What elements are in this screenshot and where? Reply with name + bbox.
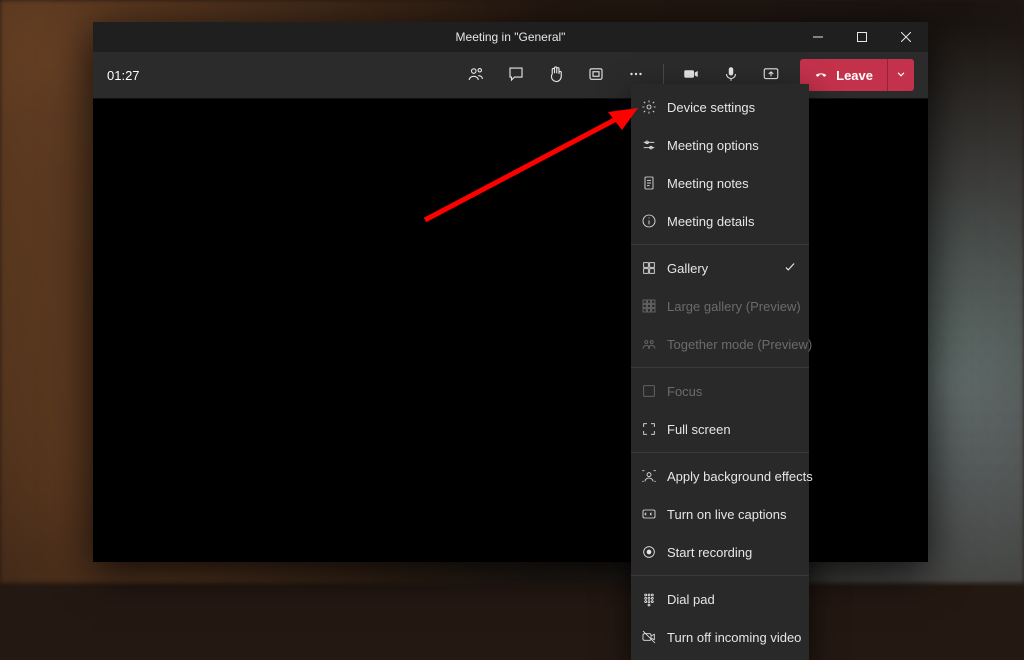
camera-icon [682,65,700,86]
together-icon [641,336,657,352]
menu-label: Start recording [667,545,752,560]
minimize-button[interactable] [796,22,840,52]
menu-meeting-details[interactable]: Meeting details [631,202,809,240]
menu-live-captions[interactable]: Turn on live captions [631,495,809,533]
focus-icon [641,383,657,399]
window-controls [796,22,928,52]
menu-label: Focus [667,384,702,399]
gallery-icon [641,260,657,276]
notes-icon [641,175,657,191]
ellipsis-icon [627,65,645,86]
meeting-timer: 01:27 [107,68,140,83]
menu-dial-pad[interactable]: Dial pad [631,580,809,618]
raise-hand-button[interactable] [539,58,573,92]
captions-icon [641,506,657,522]
menu-label: Gallery [667,261,708,276]
dialpad-icon [641,591,657,607]
people-icon [467,65,485,86]
teams-meeting-window: Meeting in "General" 01:27 [93,22,928,562]
menu-apply-background-effects[interactable]: Apply background effects [631,457,809,495]
leave-button-group: Leave [800,59,914,91]
menu-label: Apply background effects [667,469,813,484]
menu-device-settings[interactable]: Device settings [631,88,809,126]
gear-icon [641,99,657,115]
menu-turn-off-incoming-video[interactable]: Turn off incoming video [631,618,809,656]
sliders-icon [641,137,657,153]
menu-separator [631,244,809,245]
window-titlebar: Meeting in "General" [93,22,928,52]
more-actions-menu: Device settings Meeting options Meeting … [631,84,809,660]
menu-label: Meeting details [667,214,754,229]
rooms-button[interactable] [579,58,613,92]
fullscreen-icon [641,421,657,437]
rooms-icon [587,65,605,86]
menu-label: Meeting options [667,138,759,153]
share-icon [762,65,780,86]
chat-button[interactable] [499,58,533,92]
hand-icon [547,65,565,86]
menu-label: Large gallery (Preview) [667,299,801,314]
leave-button[interactable]: Leave [800,59,887,91]
menu-label: Meeting notes [667,176,749,191]
participants-button[interactable] [459,58,493,92]
menu-label: Turn on live captions [667,507,786,522]
chat-icon [507,65,525,86]
mic-icon [722,65,740,86]
menu-label: Dial pad [667,592,715,607]
menu-separator [631,575,809,576]
menu-large-gallery: Large gallery (Preview) [631,287,809,325]
toolbar-separator [663,64,664,86]
maximize-button[interactable] [840,22,884,52]
menu-label: Together mode (Preview) [667,337,812,352]
menu-meeting-options[interactable]: Meeting options [631,126,809,164]
menu-start-recording[interactable]: Start recording [631,533,809,571]
menu-label: Device settings [667,100,755,115]
menu-full-screen[interactable]: Full screen [631,410,809,448]
menu-label: Turn off incoming video [667,630,801,645]
close-button[interactable] [884,22,928,52]
hangup-icon [814,67,828,84]
chevron-down-icon [894,67,908,84]
info-icon [641,213,657,229]
check-icon [783,260,797,277]
menu-separator [631,452,809,453]
record-icon [641,544,657,560]
menu-label: Full screen [667,422,731,437]
menu-focus: Focus [631,372,809,410]
video-off-icon [641,629,657,645]
background-effects-icon [641,468,657,484]
large-gallery-icon [641,298,657,314]
leave-more-button[interactable] [887,59,914,91]
menu-meeting-notes[interactable]: Meeting notes [631,164,809,202]
leave-label: Leave [836,68,873,83]
menu-gallery[interactable]: Gallery [631,249,809,287]
menu-together-mode: Together mode (Preview) [631,325,809,363]
menu-separator [631,367,809,368]
